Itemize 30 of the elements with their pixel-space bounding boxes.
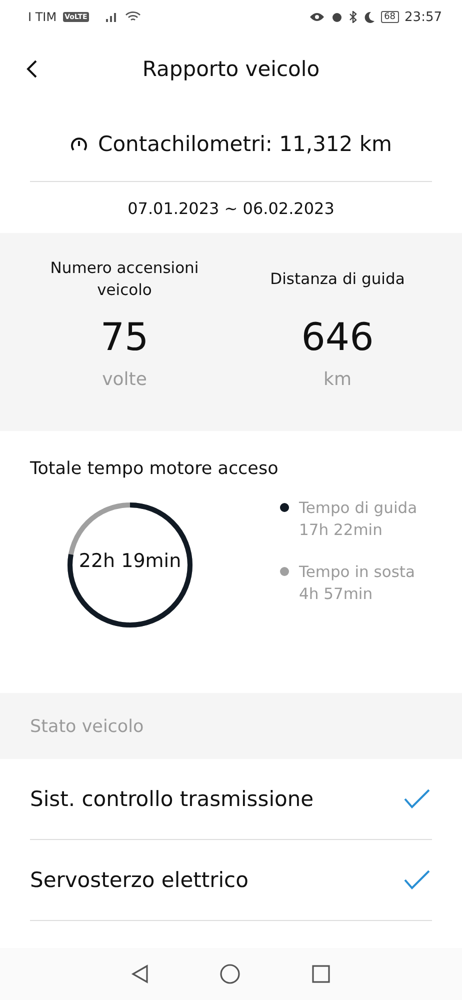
legend-label: Tempo in sosta xyxy=(299,562,416,583)
stat-unit: km xyxy=(324,369,352,390)
stat-unit: volte xyxy=(102,369,147,390)
triangle-icon[interactable] xyxy=(131,964,149,984)
stat-label: Numero accensioni veicolo xyxy=(49,258,200,301)
page-title: Rapporto veicolo xyxy=(142,57,320,81)
carrier-name: I TIM xyxy=(28,10,57,24)
status-label: Sist. controllo trasmissione xyxy=(30,787,314,811)
legend-value: 4h 57min xyxy=(299,584,374,605)
legend-value: 17h 22min xyxy=(299,520,384,541)
stat-value: 75 xyxy=(100,315,149,359)
section-title: Totale tempo motore acceso xyxy=(30,459,280,479)
odometer-reading: Contachilometri: 11,312 km xyxy=(98,132,392,156)
speedometer-icon xyxy=(70,136,88,152)
clock-time: 23:57 xyxy=(404,10,442,24)
bluetooth-icon xyxy=(349,11,358,23)
status-label: Servosterzo elettrico xyxy=(30,868,248,892)
battery-level: 68 xyxy=(381,11,399,23)
stat-value: 646 xyxy=(301,315,374,359)
moon-icon xyxy=(364,11,376,23)
eye-icon xyxy=(309,12,326,22)
section-header: Stato veicolo xyxy=(0,693,462,759)
square-icon[interactable] xyxy=(311,964,331,984)
stat-label: Distanza di guida xyxy=(270,269,405,290)
legend-label: Tempo di guida xyxy=(299,498,418,519)
date-range: 07.01.2023 ~ 06.02.2023 xyxy=(126,198,336,220)
back-icon[interactable] xyxy=(26,60,38,78)
wifi-icon xyxy=(125,11,142,23)
total-time: 22h 19min xyxy=(78,550,182,572)
circle-icon[interactable] xyxy=(219,963,241,985)
